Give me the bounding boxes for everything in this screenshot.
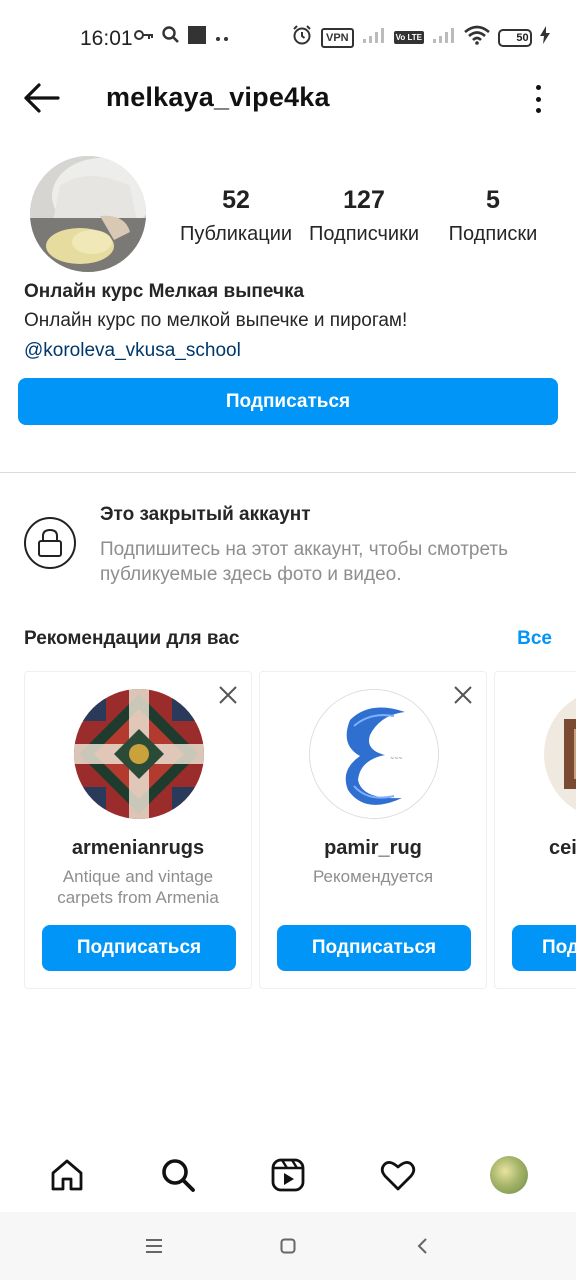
recent-apps-button[interactable] — [142, 1234, 166, 1258]
svg-text:~~~: ~~~ — [390, 756, 403, 762]
chevron-left-icon — [417, 1238, 427, 1254]
private-account-title: Это закрытый аккаунт — [100, 504, 311, 525]
signal-icon-2 — [432, 26, 456, 49]
reels-icon — [271, 1158, 305, 1192]
status-bar: 16:01 VPN Vo LTE 50 — [0, 0, 576, 76]
square-icon — [280, 1238, 296, 1254]
volte-badge: Vo LTE — [393, 31, 424, 44]
menu-icon — [146, 1239, 162, 1253]
suggestion-username: armenianrugs — [71, 837, 205, 859]
profile-avatar[interactable] — [30, 156, 146, 272]
more-notifications-icon — [214, 29, 230, 47]
dismiss-button[interactable] — [452, 684, 474, 706]
bottom-navigation — [0, 1140, 576, 1210]
follow-button[interactable]: Подписаться — [18, 378, 558, 425]
nav-search[interactable] — [150, 1147, 206, 1203]
suggestion-avatar[interactable] — [544, 689, 576, 819]
nav-reels[interactable] — [260, 1147, 316, 1203]
bio-text: Онлайн курс по мелкой выпечке и пирогам! — [24, 310, 408, 331]
suggestion-card[interactable]: armenianrugs Antique and vintage carpets… — [24, 671, 252, 989]
key-icon — [134, 28, 154, 47]
arrow-left-icon — [24, 83, 60, 113]
suggestion-avatar[interactable] — [74, 689, 204, 819]
signal-icon — [362, 26, 386, 49]
divider — [0, 472, 576, 473]
suggestion-avatar[interactable]: ~~~ — [309, 689, 439, 819]
stat-posts[interactable]: 52 Публикации — [170, 186, 302, 246]
back-system-button[interactable] — [410, 1234, 434, 1258]
see-all-link[interactable]: Все — [517, 628, 552, 650]
status-left-icons — [134, 26, 230, 49]
lock-badge — [24, 517, 76, 569]
nav-activity[interactable] — [370, 1147, 426, 1203]
stat-following[interactable]: 5 Подписки — [426, 186, 560, 246]
search-icon — [161, 1159, 195, 1192]
profile-avatar-small — [489, 1156, 528, 1194]
recommendations-title: Рекомендации для вас — [24, 628, 240, 649]
system-navigation-bar — [0, 1212, 576, 1280]
close-icon — [219, 686, 237, 704]
suggestion-card[interactable]: cei Под — [494, 671, 576, 989]
lock-icon — [38, 528, 62, 557]
suggestion-username: pamir_rug — [324, 837, 422, 859]
dismiss-button[interactable] — [217, 684, 239, 706]
recommendations-carousel[interactable]: armenianrugs Antique and vintage carpets… — [24, 671, 576, 991]
private-account-description: Подпишитесь на этот аккаунт, чтобы смотр… — [100, 539, 509, 585]
back-button[interactable] — [22, 80, 62, 116]
home-system-button[interactable] — [276, 1234, 300, 1258]
vpn-badge: VPN — [321, 27, 354, 48]
more-options-button[interactable] — [530, 82, 546, 116]
suggestion-follow-button[interactable]: Под — [512, 925, 576, 971]
profile-bio: Онлайн курс Мелкая выпечка Онлайн курс п… — [24, 280, 564, 364]
wifi-icon — [464, 25, 490, 50]
alarm-icon — [291, 24, 313, 51]
status-right-icons: VPN Vo LTE 50 — [291, 24, 550, 51]
suggestion-subtitle: Antique and vintage carpets from Armenia — [57, 867, 219, 907]
suggestion-username: cei — [549, 837, 576, 859]
status-time: 16:01 — [80, 27, 133, 50]
charging-icon — [540, 26, 550, 49]
more-vertical-icon — [535, 85, 541, 90]
home-icon — [51, 1159, 83, 1191]
suggestion-follow-button[interactable]: Подписаться — [277, 925, 471, 971]
bio-mention-link[interactable]: @koroleva_vkusa_school — [24, 338, 564, 364]
search-small-icon — [162, 26, 180, 49]
close-icon — [454, 686, 472, 704]
heart-icon — [381, 1161, 416, 1191]
stat-followers[interactable]: 127 Подписчики — [302, 186, 426, 246]
nav-home[interactable] — [39, 1147, 95, 1203]
suggestion-subtitle: Рекомендуется — [312, 867, 434, 886]
profile-stats: 52 Публикации 127 Подписчики 5 Подписки — [170, 186, 560, 246]
profile-username: melkaya_vipe4ka — [106, 82, 330, 112]
suggestion-follow-button[interactable]: Подписаться — [42, 925, 236, 971]
nav-profile[interactable] — [481, 1147, 537, 1203]
app-square-icon — [188, 26, 206, 49]
battery-icon: 50 — [498, 28, 532, 47]
profile-header: melkaya_vipe4ka — [0, 70, 576, 126]
suggestion-card[interactable]: ~~~ pamir_rug Рекомендуется Подписаться — [259, 671, 487, 989]
bio-name: Онлайн курс Мелкая выпечка — [24, 281, 305, 302]
